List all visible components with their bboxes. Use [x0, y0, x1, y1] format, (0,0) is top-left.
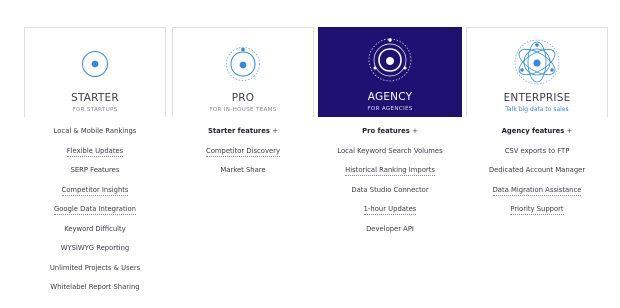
feature-item[interactable]: Competitor Insights	[24, 184, 166, 204]
feature-item: SERP Features	[24, 164, 166, 184]
pricing-plans: STARTER FOR STARTUPS PRO FOR IN-HOUSE TE…	[0, 0, 620, 308]
plus-icon: +	[272, 127, 278, 135]
feature-label: Whitelabel Report Sharing	[50, 283, 140, 291]
feature-item[interactable]: Competitor Discovery	[172, 145, 314, 165]
feature-label[interactable]: Data Migration Assistance	[492, 185, 582, 196]
feature-item: Dedicated Account Manager	[466, 164, 608, 184]
feature-label: WYSIWYG Reporting	[60, 244, 130, 252]
starter-orbit-icon	[82, 51, 108, 77]
pro-feature-list: Starter features + Competitor Discovery Ma…	[172, 125, 314, 184]
includes-previous-features: Agency features +	[466, 125, 608, 145]
plan-name: AGENCY	[367, 91, 413, 103]
plan-subtitle: FOR IN-HOUSE TEAMS	[209, 107, 277, 113]
plan-name: STARTER	[71, 92, 119, 104]
feature-item: CSV exports to FTP	[466, 145, 608, 165]
feature-label[interactable]: Historical Ranking Imports	[345, 165, 435, 176]
feature-item: Data Studio Connector	[319, 184, 461, 204]
feature-item: Keyword Difficulty	[24, 223, 166, 243]
feature-item[interactable]: Flexible Updates	[24, 145, 166, 165]
enterprise-orbit-icon	[514, 39, 560, 85]
starter-feature-list: Local & Mobile Rankings Flexible Updates S…	[24, 125, 166, 301]
plan-card-agency[interactable]: AGENCY FOR AGENCIES	[318, 27, 462, 117]
enterprise-feature-list: Agency features + CSV exports to FTP Dedic…	[466, 125, 608, 223]
feature-item: Local & Mobile Rankings	[24, 125, 166, 145]
feature-label[interactable]: Google Data Integration	[54, 204, 136, 215]
agency-feature-list: Pro features + Local Keyword Search Volum…	[319, 125, 461, 242]
feature-label[interactable]: Priority Support	[510, 204, 564, 215]
feature-label: SERP Features	[70, 166, 120, 174]
feature-item: Market Share	[172, 164, 314, 184]
feature-item: WYSIWYG Reporting	[24, 242, 166, 262]
plan-subtitle: FOR STARTUPS	[72, 107, 118, 113]
plan-name: PRO	[231, 92, 255, 104]
feature-label: Developer API	[366, 224, 414, 233]
feature-item[interactable]: Historical Ranking Imports	[319, 164, 461, 184]
plus-icon: +	[566, 127, 573, 135]
feature-label[interactable]: Competitor Discovery	[206, 146, 280, 157]
feature-label: Market Share	[220, 166, 266, 174]
feature-label: Local Keyword Search Volumes	[337, 146, 443, 155]
feature-item[interactable]: Priority Support	[466, 203, 608, 223]
plus-icon: +	[412, 127, 418, 135]
plan-name: ENTERPRISE	[503, 92, 571, 104]
pro-orbit-icon	[226, 47, 260, 81]
plan-card-starter[interactable]: STARTER FOR STARTUPS	[24, 27, 166, 117]
feature-item: Developer API	[319, 223, 461, 243]
includes-label: Pro features	[362, 127, 410, 135]
feature-label: CSV exports to FTP	[504, 146, 570, 155]
feature-label[interactable]: Competitor Insights	[61, 185, 129, 196]
feature-item[interactable]: Data Migration Assistance	[466, 184, 608, 204]
feature-label[interactable]: 1-hour Updates	[363, 204, 417, 215]
feature-item: Local Keyword Search Volumes	[319, 145, 461, 165]
feature-label[interactable]: Flexible Updates	[66, 146, 124, 157]
feature-label: Data Studio Connector	[351, 185, 429, 194]
feature-item: Whitelabel Report Sharing	[24, 281, 166, 301]
feature-label: Keyword Difficulty	[64, 224, 126, 233]
plan-card-pro[interactable]: PRO FOR IN-HOUSE TEAMS	[172, 27, 314, 117]
plan-card-enterprise[interactable]: ENTERPRISE Talk big data to sales	[466, 27, 608, 117]
feature-item: Unlimited Projects & Users	[24, 262, 166, 282]
includes-label: Starter features	[208, 127, 270, 135]
includes-previous-features: Starter features +	[172, 125, 314, 145]
includes-label: Agency features	[501, 127, 565, 135]
feature-item[interactable]: 1-hour Updates	[319, 203, 461, 223]
plan-subtitle: FOR AGENCIES	[367, 106, 413, 112]
talk-to-sales-link[interactable]: Talk big data to sales	[467, 106, 607, 114]
feature-item[interactable]: Google Data Integration	[24, 203, 166, 223]
agency-orbit-icon	[368, 38, 412, 82]
feature-label: Local & Mobile Rankings	[53, 127, 137, 135]
includes-previous-features: Pro features +	[319, 125, 461, 145]
feature-label: Unlimited Projects & Users	[49, 263, 141, 272]
feature-label: Dedicated Account Manager	[488, 166, 586, 174]
